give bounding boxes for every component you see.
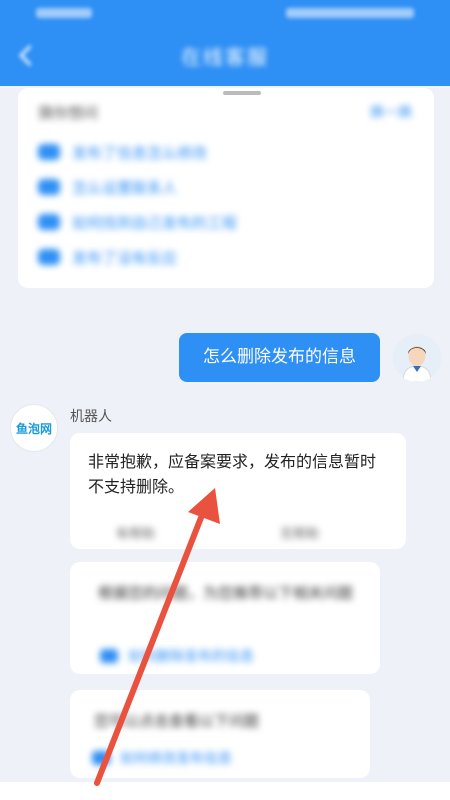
annotation-arrow-icon — [94, 488, 220, 786]
